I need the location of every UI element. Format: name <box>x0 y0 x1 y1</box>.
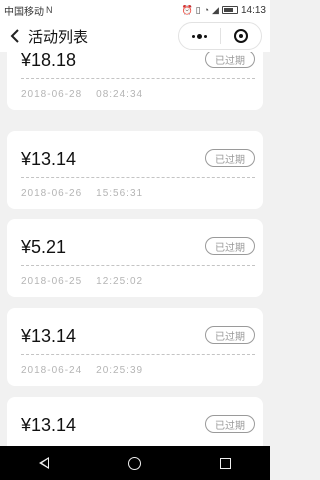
amount-label: ¥13.14 <box>21 415 77 435</box>
timestamp: 2018-06-25 12:25:02 <box>21 276 143 287</box>
time-label: 20:25:39 <box>96 365 144 376</box>
nfc-icon: N <box>46 5 53 15</box>
system-home-button[interactable] <box>120 449 149 478</box>
list-item[interactable]: ¥13.14 已过期 <box>7 397 263 446</box>
date-label: 2018-06-28 <box>21 89 83 100</box>
miniprogram-capsule <box>178 22 262 50</box>
amount-label: ¥13.14 <box>21 149 77 169</box>
time-label: 12:25:02 <box>96 276 144 287</box>
time-label: 08:24:34 <box>96 89 144 100</box>
alarm-icon: ⏰ <box>181 4 193 15</box>
clock: 14:13 <box>240 4 266 16</box>
date-label: 2018-06-26 <box>21 188 83 199</box>
dashed-divider <box>21 78 255 79</box>
status-badge[interactable]: 已过期 <box>205 326 255 344</box>
timestamp: 2018-06-24 20:25:39 <box>21 365 143 376</box>
vibrate-icon: ▯ <box>195 4 201 15</box>
amount-label: ¥13.14 <box>21 326 77 346</box>
triangle-back-icon <box>39 457 50 469</box>
chevron-left-icon <box>10 29 19 43</box>
status-bar: 中国移动 N ⏰ ▯ ◔ ◢ 14:13 <box>0 0 270 20</box>
more-dots-icon <box>191 33 207 39</box>
date-label: 2018-06-24 <box>21 365 83 376</box>
dashed-divider <box>21 265 255 266</box>
close-button[interactable] <box>221 23 262 49</box>
system-navigation-bar <box>0 446 270 480</box>
list-item[interactable]: ¥5.21 已过期 2018-06-25 12:25:02 <box>7 219 263 297</box>
status-badge[interactable]: 已过期 <box>205 415 255 433</box>
status-left: 中国移动 N <box>4 3 53 18</box>
date-label: 2018-06-25 <box>21 276 83 287</box>
status-right: ⏰ ▯ ◔ ◢ 14:13 <box>181 5 266 16</box>
system-back-button[interactable] <box>31 449 57 477</box>
list-item[interactable]: ¥18.18 已过期 2018-06-28 08:24:34 <box>7 52 263 110</box>
timestamp: 2018-06-26 15:56:31 <box>21 188 143 199</box>
wifi-icon: ◔ <box>203 5 210 15</box>
more-button[interactable] <box>179 23 220 49</box>
back-button[interactable] <box>2 20 28 52</box>
carrier-label: 中国移动 <box>4 6 44 18</box>
amount-label: ¥18.18 <box>21 52 77 70</box>
list-item[interactable]: ¥13.14 已过期 2018-06-26 15:56:31 <box>7 131 263 209</box>
dashed-divider <box>21 354 255 355</box>
square-recent-icon <box>219 457 231 469</box>
timestamp: 2018-06-28 08:24:34 <box>21 89 143 100</box>
dashed-divider <box>21 177 255 178</box>
status-badge[interactable]: 已过期 <box>205 149 255 167</box>
list-item[interactable]: ¥13.14 已过期 2018-06-24 20:25:39 <box>7 308 263 386</box>
navigation-bar: 活动列表 <box>0 20 270 52</box>
page-title: 活动列表 <box>28 28 89 46</box>
signal-icon: ◢ <box>212 4 219 15</box>
circle-home-icon <box>127 456 141 470</box>
amount-label: ¥5.21 <box>21 237 67 257</box>
activity-list[interactable]: ¥18.18 已过期 2018-06-28 08:24:34 ¥13.14 已过… <box>0 52 270 446</box>
status-badge[interactable]: 已过期 <box>205 52 255 68</box>
time-label: 15:56:31 <box>96 188 144 199</box>
status-badge[interactable]: 已过期 <box>205 237 255 255</box>
battery-icon <box>221 6 238 14</box>
system-recent-button[interactable] <box>212 450 239 477</box>
target-circle-icon <box>233 29 248 43</box>
